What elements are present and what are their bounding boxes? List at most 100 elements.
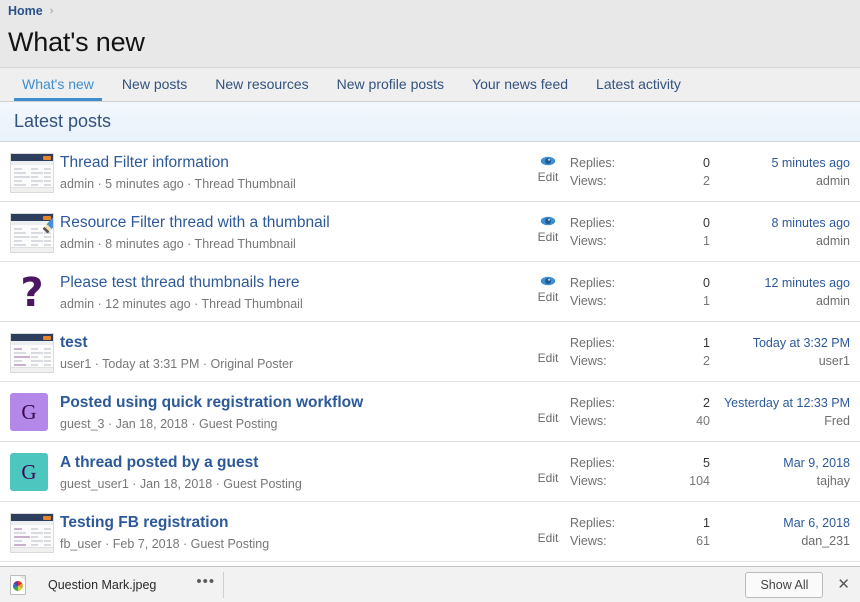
views-count: 1 — [652, 292, 710, 310]
tab-your-news-feed[interactable]: Your news feed — [458, 76, 582, 101]
edit-link[interactable]: Edit — [538, 290, 559, 305]
thread-title-link[interactable]: Resource Filter thread with a thumbnail — [60, 213, 330, 233]
latest-posts-header: Latest posts — [0, 102, 860, 142]
eye-icon[interactable] — [540, 273, 556, 289]
thread-last-post: 8 minutes ago admin — [720, 212, 852, 250]
eye-icon[interactable] — [540, 153, 556, 169]
replies-count: 0 — [652, 154, 710, 172]
last-post-date-link[interactable]: 5 minutes ago — [720, 154, 850, 172]
replies-label: Replies: — [570, 514, 652, 532]
download-file-name: Question Mark.jpeg — [48, 578, 156, 592]
thread-row[interactable]: ? Please test thread thumbnails here admin… — [0, 262, 860, 322]
page-title-bar: What's new — [0, 22, 860, 67]
breadcrumb-separator-icon: › — [50, 5, 54, 17]
views-label: Views: — [570, 232, 652, 250]
thread-controls: Edit — [526, 212, 570, 245]
thread-thumbnail[interactable] — [10, 212, 60, 253]
replies-count: 1 — [652, 334, 710, 352]
last-post-date-link[interactable]: 12 minutes ago — [720, 274, 850, 292]
thread-thumbnail-image — [10, 153, 54, 193]
breadcrumb: Home › — [0, 0, 860, 22]
edit-link[interactable]: Edit — [538, 531, 559, 546]
breadcrumb-home-link[interactable]: Home — [8, 4, 43, 18]
tab-new-posts[interactable]: New posts — [108, 76, 201, 101]
replies-count: 0 — [652, 214, 710, 232]
last-post-date-link[interactable]: 8 minutes ago — [720, 214, 850, 232]
edit-link[interactable]: Edit — [538, 170, 559, 185]
thread-controls: Edit — [526, 332, 570, 366]
views-label: Views: — [570, 412, 652, 430]
download-item[interactable]: Question Mark.jpeg ••• — [10, 572, 224, 598]
thread-row[interactable]: Testing FB registration fb_user · Feb 7, … — [0, 502, 860, 562]
last-post-date-link[interactable]: Yesterday at 12:33 PM — [720, 394, 850, 412]
thread-controls: Edit — [526, 392, 570, 426]
thread-last-post: Mar 6, 2018dan_231 — [720, 512, 852, 550]
thread-thumbnail[interactable] — [10, 512, 60, 553]
edit-link[interactable]: Edit — [538, 411, 559, 426]
views-count: 2 — [652, 352, 710, 370]
thread-thumbnail[interactable]: ? — [10, 272, 60, 313]
thread-meta: admin · 12 minutes ago · Thread Thumbnai… — [60, 296, 526, 312]
close-icon[interactable]: ✕ — [833, 578, 854, 592]
last-post-user: admin — [816, 234, 850, 248]
tab-new-profile-posts[interactable]: New profile posts — [323, 76, 458, 101]
replies-label: Replies: — [570, 394, 652, 412]
last-post-date-link[interactable]: Mar 6, 2018 — [720, 514, 850, 532]
views-count: 104 — [652, 472, 710, 490]
avatar[interactable]: G — [10, 393, 48, 431]
thread-thumbnail-image — [10, 213, 54, 253]
thread-title-link[interactable]: Testing FB registration — [60, 513, 229, 533]
question-mark-icon: ? — [10, 273, 54, 313]
views-label: Views: — [570, 292, 652, 310]
edit-link[interactable]: Edit — [538, 471, 559, 486]
thread-meta: fb_user · Feb 7, 2018 · Guest Posting — [60, 536, 526, 552]
replies-label: Replies: — [570, 154, 652, 172]
thread-title-link[interactable]: Posted using quick registration workflow — [60, 393, 363, 413]
last-post-date-link[interactable]: Today at 3:32 PM — [720, 334, 850, 352]
thread-stats: Replies:0Views:1 — [570, 272, 720, 310]
replies-count: 2 — [652, 394, 710, 412]
thread-row[interactable]: GA thread posted by a guestguest_user1 ·… — [0, 442, 860, 502]
avatar[interactable]: G — [10, 453, 48, 491]
thread-stats: Replies:1Views:2 — [570, 332, 720, 370]
image-file-icon — [10, 575, 26, 595]
replies-count: 5 — [652, 454, 710, 472]
thread-title-link[interactable]: Thread Filter information — [60, 153, 229, 173]
thread-title-link[interactable]: A thread posted by a guest — [60, 453, 258, 473]
thread-meta: guest_3 · Jan 18, 2018 · Guest Posting — [60, 416, 526, 432]
thread-stats: Replies:5Views:104 — [570, 452, 720, 490]
thread-main: Posted using quick registration workflow… — [60, 392, 526, 432]
views-count: 1 — [652, 232, 710, 250]
thread-main: Testing FB registration fb_user · Feb 7, … — [60, 512, 526, 552]
thread-main: testuser1 · Today at 3:31 PM · Original … — [60, 332, 526, 372]
thread-thumbnail[interactable]: G — [10, 392, 60, 431]
thread-stats: Replies:0Views:2 — [570, 152, 720, 190]
thread-controls: Edit — [526, 452, 570, 486]
thread-thumbnail[interactable] — [10, 152, 60, 193]
thread-row[interactable]: Resource Filter thread with a thumbnail a… — [0, 202, 860, 262]
last-post-user: admin — [816, 294, 850, 308]
last-post-date-link[interactable]: Mar 9, 2018 — [720, 454, 850, 472]
thread-stats: Replies:2Views:40 — [570, 392, 720, 430]
edit-link[interactable]: Edit — [538, 351, 559, 366]
thread-row[interactable]: testuser1 · Today at 3:31 PM · Original … — [0, 322, 860, 382]
thread-title-link[interactable]: Please test thread thumbnails here — [60, 273, 300, 293]
thread-last-post: 12 minutes ago admin — [720, 272, 852, 310]
eye-icon[interactable] — [540, 213, 556, 229]
page-title: What's new — [8, 25, 860, 59]
thread-row[interactable]: G Posted using quick registration workflo… — [0, 382, 860, 442]
views-label: Views: — [570, 172, 652, 190]
thread-last-post: Yesterday at 12:33 PMFred — [720, 392, 852, 430]
thread-title-link[interactable]: test — [60, 333, 88, 353]
edit-link[interactable]: Edit — [538, 230, 559, 245]
thread-main: Please test thread thumbnails here admin … — [60, 272, 526, 312]
download-menu-icon[interactable]: ••• — [196, 577, 215, 592]
tab-new-resources[interactable]: New resources — [201, 76, 322, 101]
last-post-user: user1 — [819, 354, 850, 368]
thread-thumbnail[interactable] — [10, 332, 60, 373]
tab-latest-activity[interactable]: Latest activity — [582, 76, 695, 101]
tab-what-s-new[interactable]: What's new — [8, 76, 108, 101]
thread-row[interactable]: Thread Filter informationadmin · 5 minut… — [0, 142, 860, 202]
show-all-button[interactable]: Show All — [745, 572, 823, 598]
thread-thumbnail[interactable]: G — [10, 452, 60, 491]
